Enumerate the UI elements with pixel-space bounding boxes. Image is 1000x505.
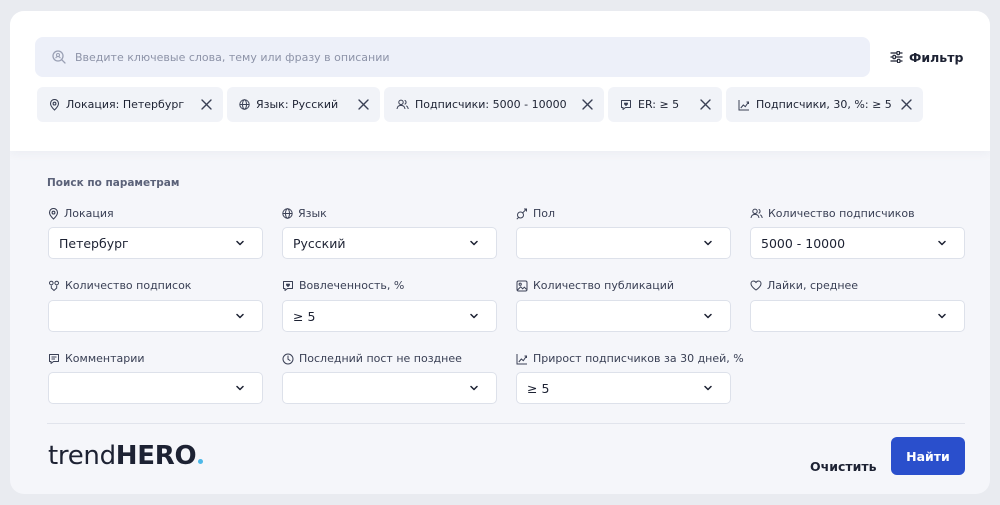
language-select[interactable]: Русский [282,227,497,259]
select-value: ≥ 5 [527,380,550,396]
field-label-text: Количество подписок [65,279,192,292]
field-label-text: Вовлеченность, % [299,279,405,292]
logo-text-light: trend [48,441,116,471]
users-icon [396,99,409,110]
users-icon [750,208,763,219]
field-label-location: Локация [48,207,114,220]
field-label-text: Язык [298,207,327,220]
chip-label: Подписчики, 30, %: ≥ 5 [756,98,892,111]
field-label-text: Количество подписчиков [768,207,915,220]
field-label-text: Лайки, среднее [767,279,859,292]
field-label-growth: Прирост подписчиков за 30 дней, % [516,352,744,365]
posts-select[interactable] [516,300,731,332]
clear-button[interactable]: Очистить [810,447,877,485]
filter-button-label: Фильтр [909,49,964,65]
gender-icon [516,208,527,220]
globe-icon [282,208,293,219]
field-label-gender: Пол [516,207,555,220]
user-follow-icon [49,280,59,291]
growth-select[interactable]: ≥ 5 [516,372,731,404]
chevron-down-icon [236,385,244,391]
field-label-text: Комментарии [65,352,145,365]
field-label-text: Прирост подписчиков за 30 дней, % [533,352,744,365]
chevron-down-icon [704,240,712,246]
close-icon[interactable] [900,98,913,111]
chip-label: Локация: Петербург [66,98,185,111]
growth-chart-icon [516,353,527,364]
following-select[interactable] [48,300,263,332]
close-icon[interactable] [357,98,370,111]
select-value: ≥ 5 [293,308,316,324]
chip-label: Подписчики: 5000 - 10000 [415,98,567,111]
comment-icon [49,353,59,364]
logo-dot [198,459,204,464]
heart-icon [750,280,762,291]
logo-text-bold: HERO [115,441,197,471]
search-card: Фильтр Локация: Петербург Язык: Русский … [10,11,990,494]
gender-select[interactable] [516,227,731,259]
select-value: 5000 - 10000 [761,235,846,251]
chevron-down-icon [704,385,712,391]
chip-label: ER: ≥ 5 [638,98,680,111]
growth-chart-icon [738,99,749,110]
search-icon [52,50,66,64]
divider [47,423,965,424]
chip-location[interactable]: Локация: Петербург [37,87,223,122]
location-pin-icon [48,207,59,220]
field-label-text: Локация [64,207,114,220]
chip-growth[interactable]: Подписчики, 30, %: ≥ 5 [726,87,923,122]
field-label-followers: Количество подписчиков [750,207,915,220]
select-value: Русский [293,235,346,251]
field-label-text: Количество публикаций [533,279,674,292]
clock-icon [282,353,294,364]
chip-er[interactable]: ER: ≥ 5 [608,87,722,122]
search-input[interactable] [75,50,815,64]
image-icon [516,280,528,291]
location-pin-icon [49,98,60,111]
chevron-down-icon [938,313,946,319]
field-label-comments: Комментарии [48,352,145,365]
chat-heart-icon [283,280,293,291]
chevron-down-icon [704,313,712,319]
location-select[interactable]: Петербург [48,227,263,259]
search-bar[interactable] [35,37,870,77]
section-title: Поиск по параметрам [47,177,180,189]
chip-followers[interactable]: Подписчики: 5000 - 10000 [384,87,604,122]
chevron-down-icon [938,240,946,246]
chevron-down-icon [236,240,244,246]
field-label-language: Язык [282,207,327,220]
find-button[interactable]: Найти [891,437,965,475]
field-label-text: Последний пост не позднее [299,352,462,365]
field-label-posts: Количество публикаций [516,279,674,292]
chevron-down-icon [470,240,478,246]
chevron-down-icon [470,385,478,391]
close-icon[interactable] [581,98,594,111]
likes-select[interactable] [750,300,965,332]
field-label-text: Пол [533,207,556,220]
filter-button[interactable]: Фильтр [890,46,963,68]
close-icon[interactable] [699,98,712,111]
globe-icon [239,99,250,110]
search-header: Фильтр Локация: Петербург Язык: Русский … [10,11,990,151]
trendhero-logo: trend HERO [48,441,204,471]
sliders-icon [890,51,903,63]
field-label-following: Количество подписок [48,279,191,292]
comments-select[interactable] [48,372,263,404]
chip-language[interactable]: Язык: Русский [227,87,380,122]
last-post-select[interactable] [282,372,497,404]
field-label-engagement: Вовлеченность, % [282,279,404,292]
chevron-down-icon [236,313,244,319]
close-icon[interactable] [200,98,213,111]
chevron-down-icon [470,313,478,319]
chip-label: Язык: Русский [256,98,339,111]
engagement-select[interactable]: ≥ 5 [282,300,497,332]
followers-select[interactable]: 5000 - 10000 [750,227,965,259]
select-value: Петербург [59,235,129,251]
field-label-likes: Лайки, среднее [750,279,858,292]
chat-heart-icon [621,99,631,110]
field-label-last-post: Последний пост не позднее [282,352,462,365]
